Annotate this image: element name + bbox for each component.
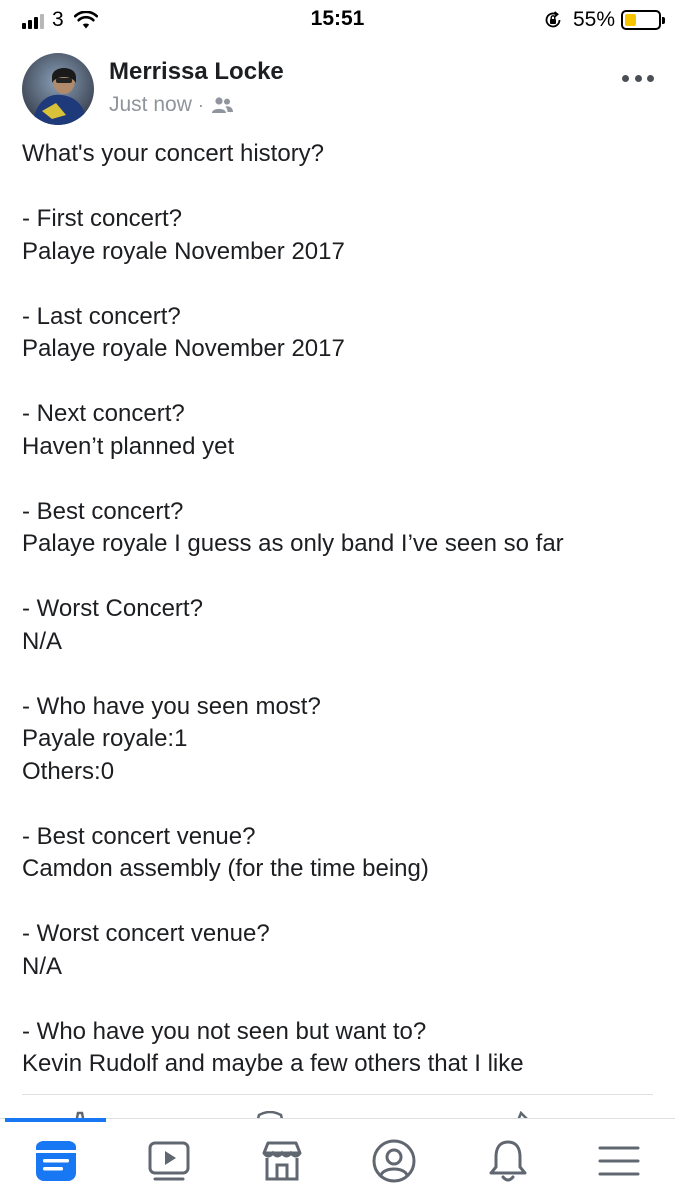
post-line: Palaye royale I guess as only band I’ve …: [22, 530, 564, 557]
news-feed-icon: [36, 1141, 76, 1181]
post-line: - Best concert venue?: [22, 822, 256, 850]
rotation-lock-icon: [545, 11, 561, 28]
post-line: Palaye royale November 2017: [22, 335, 345, 362]
post-line: Payale royale:1: [22, 725, 188, 752]
status-right: 55%: [543, 8, 665, 32]
more-dot-icon: [634, 74, 642, 82]
post-header: Merrissa Locke Just now ·: [22, 53, 662, 127]
post-text: What's your concert history? - First conc…: [22, 138, 652, 1081]
post-author-name[interactable]: Merrissa Locke: [109, 58, 284, 86]
post-line: N/A: [22, 952, 63, 980]
post-line: - Best concert?: [22, 497, 184, 525]
post-line: N/A: [22, 627, 63, 655]
more-dot-icon: [647, 74, 654, 82]
friends-icon[interactable]: [210, 96, 234, 114]
post-line: - First concert?: [22, 205, 183, 232]
tab-marketplace[interactable]: [254, 1133, 310, 1189]
status-bar: 3 15:51 55%: [0, 0, 675, 38]
post-divider: [22, 1094, 653, 1095]
tab-news-feed[interactable]: [28, 1133, 84, 1189]
tab-profile[interactable]: [366, 1133, 422, 1189]
avatar[interactable]: [22, 53, 94, 125]
post-line: - Last concert?: [22, 302, 181, 330]
post-line: Camdon assembly (for the time being): [22, 855, 429, 882]
post-line: Palaye royale November 2017: [22, 237, 345, 265]
post-line: - Who have you seen most?: [22, 692, 321, 720]
tab-menu[interactable]: [591, 1133, 647, 1189]
post-timestamp[interactable]: Just now: [109, 93, 192, 117]
post-line: Kevin Rudolf and maybe a few others that…: [22, 1050, 524, 1077]
battery-icon: [621, 10, 665, 30]
meta-separator: ·: [197, 94, 204, 115]
post-line: - Next concert?: [22, 400, 185, 427]
post-line: Haven’t planned yet: [22, 432, 235, 460]
menu-icon: [598, 1146, 640, 1176]
post-line: - Who have you not seen but want to?: [22, 1017, 427, 1045]
profile-icon: [372, 1139, 416, 1183]
marketplace-icon: [262, 1141, 302, 1181]
post-line: - Worst concert venue?: [22, 920, 270, 947]
post-line: - Worst Concert?: [22, 595, 203, 622]
battery-percent: 55%: [572, 8, 615, 31]
more-dot-icon: [622, 74, 629, 82]
battery-level: [625, 14, 636, 26]
bottom-tab-bar: [0, 1118, 675, 1201]
more-options-button[interactable]: [622, 71, 654, 85]
watch-icon: [148, 1141, 190, 1181]
tab-watch[interactable]: [141, 1133, 197, 1189]
notifications-icon: [489, 1140, 527, 1182]
post-line: What's your concert history?: [22, 140, 325, 167]
post-line: Others:0: [22, 757, 115, 785]
tab-notifications[interactable]: [480, 1133, 536, 1189]
post-meta: Just now ·: [109, 93, 234, 117]
active-tab-indicator: [5, 1118, 106, 1122]
